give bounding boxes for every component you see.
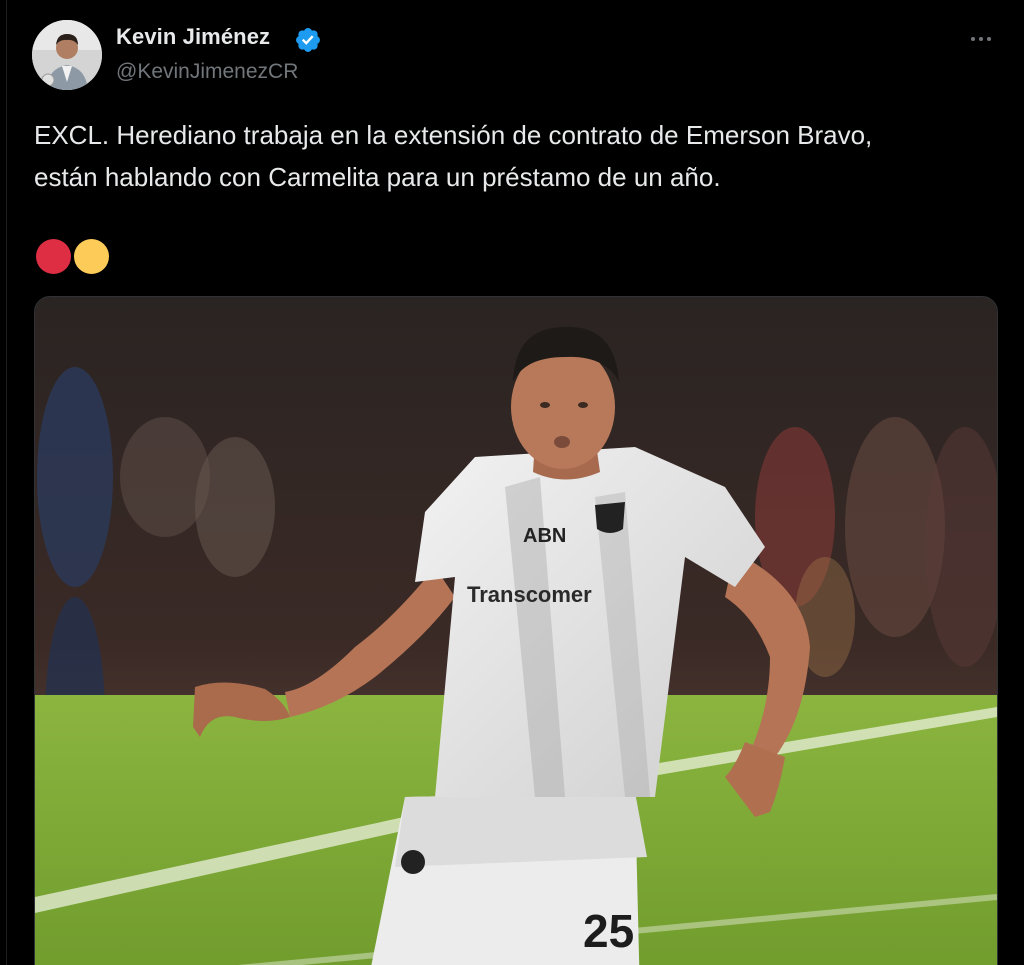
- more-options-icon[interactable]: [964, 26, 998, 52]
- user-handle[interactable]: @KevinJimenezCR: [116, 60, 298, 84]
- yellow-circle-icon: [74, 239, 109, 274]
- verified-badge-icon: [296, 28, 320, 52]
- tweet-card: Kevin Jiménez @KevinJimenezCR EXCL. Here…: [0, 0, 1024, 965]
- tweet-text-line-1: EXCL. Herediano trabaja en la extensión …: [34, 120, 873, 150]
- shirt-number: 25: [583, 905, 634, 957]
- tweet-media-image[interactable]: 25 ABN Transcomer: [34, 296, 998, 965]
- tweet-text: EXCL. Herediano trabaja en la extensión …: [34, 114, 994, 198]
- tweet-text-line-2: están hablando con Carmelita para un pré…: [34, 162, 721, 192]
- avatar[interactable]: [32, 20, 102, 90]
- soccer-player-photo-icon: 25 ABN Transcomer: [35, 297, 997, 965]
- timeline-divider: [6, 0, 7, 965]
- jersey-top-label: ABN: [523, 525, 566, 547]
- red-circle-icon: [36, 239, 71, 274]
- jersey-sponsor-label: Transcomer: [467, 582, 592, 607]
- display-name[interactable]: Kevin Jiménez: [116, 24, 270, 50]
- profile-photo-icon: [32, 20, 102, 90]
